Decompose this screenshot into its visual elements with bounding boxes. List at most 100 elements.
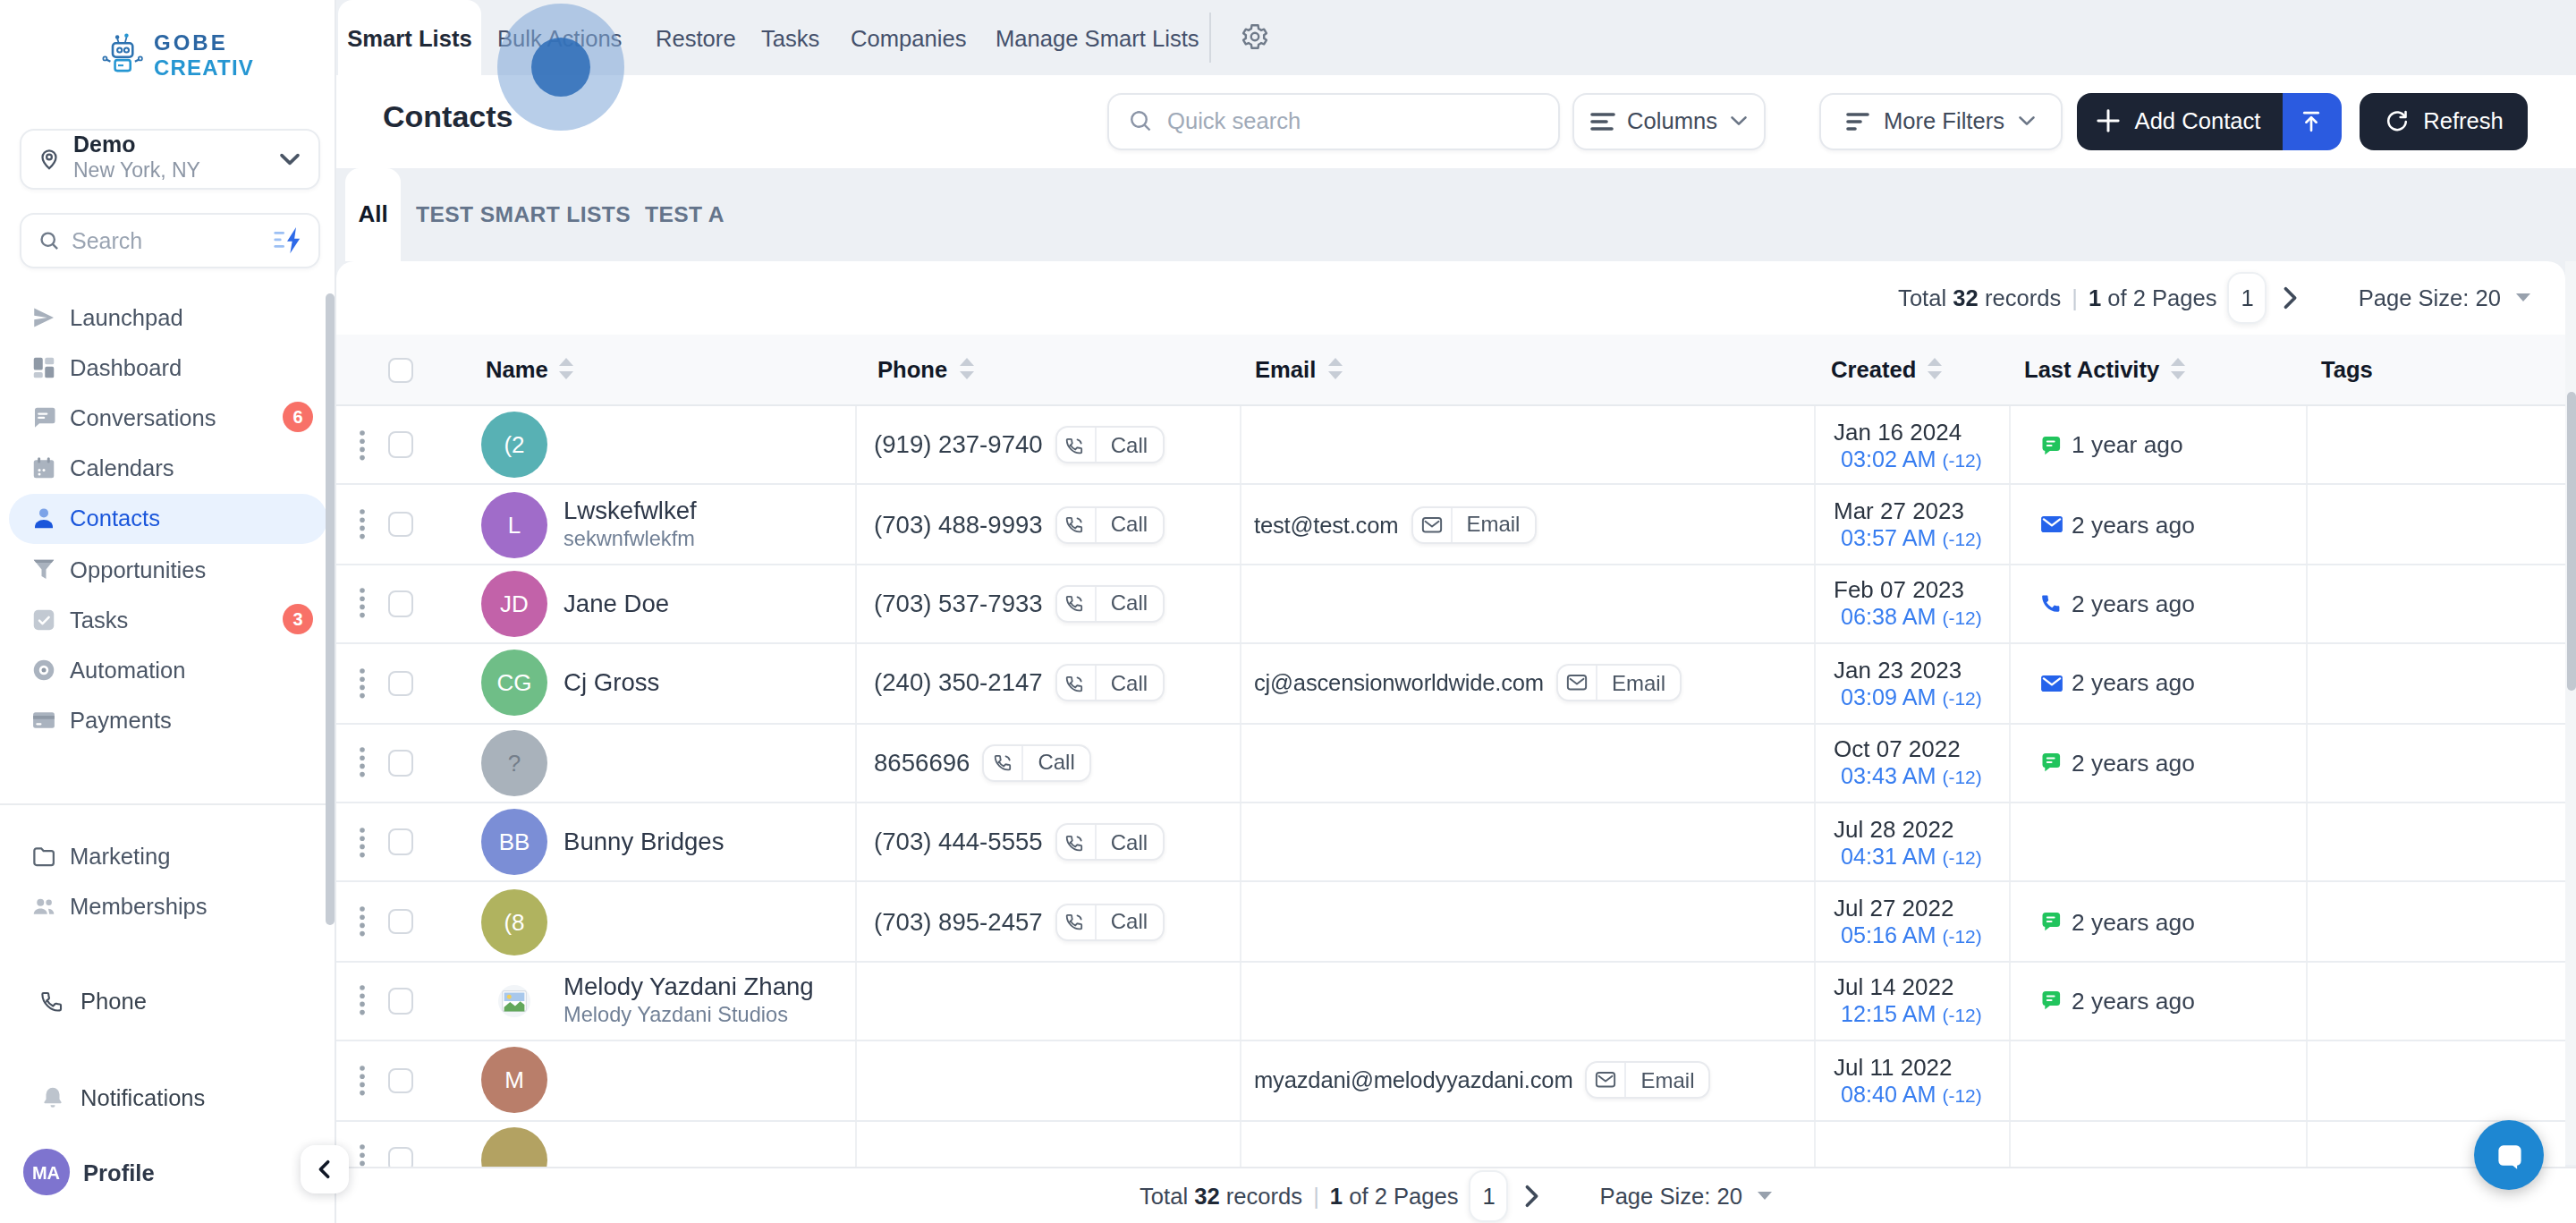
location-switcher[interactable]: Demo New York, NY [20, 128, 320, 189]
call-button[interactable]: Call [1055, 665, 1164, 702]
sidebar-item-calendars[interactable]: Calendars [0, 443, 336, 493]
column-header-created[interactable]: Created [1831, 356, 1916, 383]
tab-restore[interactable]: Restore [656, 0, 736, 75]
row-checkbox[interactable] [387, 590, 413, 616]
contact-avatar[interactable]: ? [481, 730, 547, 796]
tab-test-smart-lists[interactable]: TEST SMART LISTS [416, 167, 631, 261]
column-header-last-activity[interactable]: Last Activity [2024, 356, 2159, 383]
columns-button[interactable]: Columns [1572, 92, 1765, 150]
sidebar-search[interactable]: Search [20, 213, 320, 268]
contact-name[interactable]: Jane Doe [564, 590, 669, 617]
call-button[interactable]: Call [1055, 505, 1164, 543]
sidebar-item-label: Contacts [70, 505, 160, 532]
row-checkbox[interactable] [387, 750, 413, 776]
contact-name[interactable]: Lwskefwlkef [564, 497, 697, 524]
sidebar-item-payments[interactable]: Payments [0, 695, 336, 745]
email-button[interactable]: Email [1586, 1062, 1711, 1100]
sidebar-item-dashboard[interactable]: Dashboard [0, 342, 336, 392]
sidebar-item-label: Profile [83, 1159, 155, 1185]
sidebar-collapse-button[interactable] [301, 1145, 349, 1193]
row-checkbox[interactable] [387, 829, 413, 855]
select-all-checkbox[interactable] [387, 357, 413, 383]
page-size-select[interactable]: Page Size: 20 [2359, 285, 2531, 311]
chat-widget-button[interactable] [2474, 1120, 2544, 1190]
tab-tasks[interactable]: Tasks [761, 0, 819, 75]
next-page-button[interactable] [1525, 1184, 1541, 1207]
created-time: 12:15 AM (-12) [1841, 1003, 1982, 1028]
tab-test-a[interactable]: TEST A [645, 167, 724, 261]
row-checkbox[interactable] [387, 670, 413, 696]
sidebar-item-phone[interactable]: Phone [0, 976, 336, 1026]
created-time: 08:40 AM (-12) [1841, 1083, 1982, 1108]
drag-handle-icon[interactable] [358, 429, 367, 461]
sidebar: GOBE CREATIV Demo New York, NY Search [0, 0, 336, 1223]
contact-name[interactable]: Bunny Bridges [564, 828, 724, 855]
sidebar-item-marketing[interactable]: Marketing [0, 830, 336, 880]
created-date: Oct 07 2022 [1834, 736, 1982, 763]
more-filters-button[interactable]: More Filters [1818, 92, 2063, 150]
sidebar-item-opportunities[interactable]: Opportunities [0, 544, 336, 594]
drag-handle-icon[interactable] [358, 985, 367, 1017]
page-number-box[interactable]: 1 [1470, 1169, 1509, 1221]
sidebar-item-tasks[interactable]: Tasks 3 [0, 594, 336, 644]
next-page-button[interactable] [2284, 286, 2300, 310]
email-button[interactable]: Email [1556, 665, 1682, 702]
tab-smart-lists[interactable]: Smart Lists [338, 0, 481, 75]
column-header-email[interactable]: Email [1255, 356, 1316, 383]
sidebar-item-automation[interactable]: Automation [0, 645, 336, 695]
contact-avatar[interactable]: (8 [481, 888, 547, 955]
contact-avatar[interactable]: CG [481, 650, 547, 717]
column-header-phone[interactable]: Phone [877, 356, 947, 383]
sidebar-scrollbar[interactable] [325, 293, 334, 925]
pagination-bottom: Total 32 records|1 of 2 Pages 1 Page Siz… [336, 1166, 2576, 1223]
call-button[interactable]: Call [1055, 823, 1164, 861]
contact-avatar[interactable]: (2 [481, 412, 547, 478]
email-label: Email [1597, 671, 1680, 696]
row-checkbox[interactable] [387, 432, 413, 458]
drag-handle-icon[interactable] [358, 667, 367, 700]
drag-handle-icon[interactable] [358, 826, 367, 858]
call-button[interactable]: Call [1055, 903, 1164, 940]
main-scrollbar-thumb[interactable] [2566, 391, 2575, 690]
quick-search-input[interactable]: Quick search [1106, 92, 1559, 150]
contact-avatar[interactable]: L [481, 491, 547, 557]
email-button[interactable]: Email [1411, 505, 1536, 543]
tab-all[interactable]: All [345, 167, 401, 261]
settings-gear-icon[interactable] [1240, 21, 1270, 52]
tab-companies[interactable]: Companies [851, 0, 966, 75]
call-button[interactable]: Call [982, 744, 1090, 782]
call-button[interactable]: Call [1055, 426, 1164, 463]
sidebar-item-launchpad[interactable]: Launchpad [0, 292, 336, 342]
column-header-name[interactable]: Name [486, 356, 548, 383]
envelope-icon [1558, 667, 1597, 701]
sidebar-item-memberships[interactable]: Memberships [0, 880, 336, 925]
sidebar-item-notifications[interactable]: Notifications [0, 1073, 336, 1123]
drag-handle-icon[interactable] [358, 747, 367, 779]
refresh-button[interactable]: Refresh [2360, 92, 2528, 150]
row-checkbox[interactable] [387, 988, 413, 1014]
sidebar-item-profile[interactable]: MA Profile [0, 1147, 336, 1197]
page-number-box[interactable]: 1 [2228, 272, 2267, 324]
contact-name[interactable]: Cj Gross [564, 670, 659, 697]
column-header-tags[interactable]: Tags [2321, 356, 2373, 383]
contact-avatar[interactable]: BB [481, 809, 547, 875]
drag-handle-icon[interactable] [358, 508, 367, 540]
tab-manage-smart-lists[interactable]: Manage Smart Lists [996, 0, 1199, 75]
row-checkbox[interactable] [387, 1067, 413, 1093]
add-contact-button[interactable]: Add Contact [2076, 92, 2282, 150]
sidebar-item-conversations[interactable]: Conversations 6 [0, 393, 336, 443]
import-contacts-button[interactable] [2282, 92, 2341, 150]
page-size-select[interactable]: Page Size: 20 [1600, 1182, 1773, 1209]
contact-name[interactable]: Melody Yazdani Zhang [564, 974, 814, 1001]
contact-avatar[interactable]: JD [481, 571, 547, 637]
call-button[interactable]: Call [1055, 585, 1164, 623]
row-checkbox[interactable] [387, 909, 413, 935]
drag-handle-icon[interactable] [358, 1065, 367, 1097]
contact-avatar[interactable]: M [481, 1048, 547, 1114]
drag-handle-icon[interactable] [358, 905, 367, 938]
drag-handle-icon[interactable] [358, 588, 367, 620]
sidebar-item-contacts[interactable]: Contacts [9, 494, 327, 544]
row-checkbox[interactable] [387, 512, 413, 538]
contact-avatar[interactable] [497, 984, 531, 1018]
caret-down-icon [1757, 1190, 1773, 1201]
